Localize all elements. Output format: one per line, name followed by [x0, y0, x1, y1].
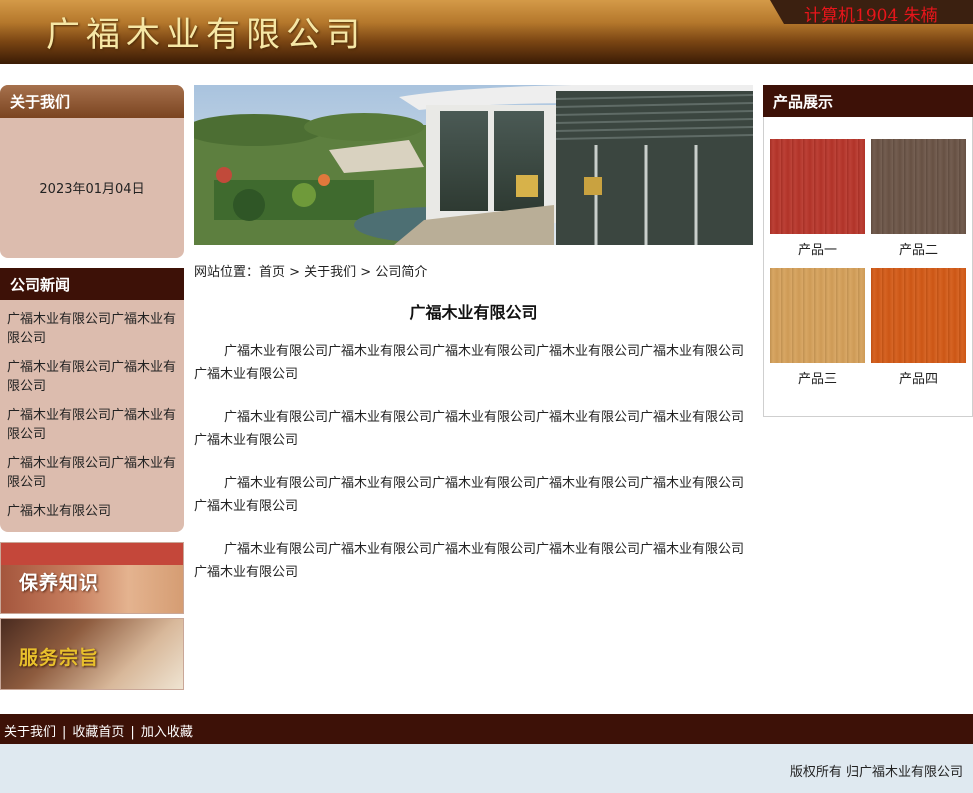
products-box: 产品展示 产品一 产品二 产品三 产品四 [763, 85, 973, 417]
product-name[interactable]: 产品三 [770, 368, 865, 387]
copyright-text: 版权所有 归广福木业有限公司 [789, 765, 963, 780]
service-banner[interactable]: 服务宗旨 [0, 618, 184, 690]
news-item[interactable]: 广福木业有限公司广福木业有限公司 [7, 406, 177, 444]
maintenance-banner-label: 保养知识 [19, 572, 100, 594]
product-name[interactable]: 产品二 [871, 239, 966, 258]
house-garden-illustration [194, 85, 753, 245]
product-image[interactable] [871, 139, 966, 234]
article-paragraph: 广福木业有限公司广福木业有限公司广福木业有限公司广福木业有限公司广福木业有限公司… [194, 476, 745, 514]
service-banner-label: 服务宗旨 [19, 647, 100, 669]
product-card[interactable]: 产品一 [770, 139, 865, 258]
news-item[interactable]: 广福木业有限公司广福木业有限公司 [7, 358, 177, 396]
news-list: 广福木业有限公司广福木业有限公司 广福木业有限公司广福木业有限公司 广福木业有限… [0, 300, 184, 521]
footer-link-about[interactable]: 关于我们 [4, 725, 56, 740]
product-card[interactable]: 产品三 [770, 268, 865, 387]
news-item[interactable]: 广福木业有限公司广福木业有限公司 [7, 310, 177, 348]
article-paragraph: 广福木业有限公司广福木业有限公司广福木业有限公司广福木业有限公司广福木业有限公司… [194, 410, 745, 448]
products-heading[interactable]: 产品展示 [763, 85, 973, 117]
footer-separator: | [62, 725, 67, 740]
maintenance-banner[interactable]: 保养知识 [0, 542, 184, 614]
product-image[interactable] [770, 268, 865, 363]
article-paragraph: 广福木业有限公司广福木业有限公司广福木业有限公司广福木业有限公司广福木业有限公司… [194, 542, 745, 580]
footer-nav: 关于我们 | 收藏首页 | 加入收藏 [0, 714, 973, 744]
site-header: 广福木业有限公司 计算机1904 朱楠 [0, 0, 973, 64]
footer-separator: | [130, 725, 135, 740]
about-date: 2023年01月04日 [39, 182, 145, 197]
news-item[interactable]: 广福木业有限公司广福木业有限公司 [7, 454, 177, 492]
news-heading[interactable]: 公司新闻 [0, 268, 184, 300]
author-tag-text: 计算机1904 朱楠 [804, 6, 938, 26]
footer-link-bookmark-home[interactable]: 收藏首页 [72, 725, 124, 740]
product-card[interactable]: 产品二 [871, 139, 966, 258]
author-tag: 计算机1904 朱楠 [770, 0, 973, 24]
about-heading[interactable]: 关于我们 [0, 85, 184, 118]
product-name[interactable]: 产品四 [871, 368, 966, 387]
article-paragraph: 广福木业有限公司广福木业有限公司广福木业有限公司广福木业有限公司广福木业有限公司… [194, 344, 745, 382]
footer-link-add-favorite[interactable]: 加入收藏 [141, 725, 193, 740]
site-title: 广福木业有限公司 [46, 15, 366, 55]
product-card[interactable]: 产品四 [871, 268, 966, 387]
about-box: 关于我们 2023年01月04日 [0, 85, 184, 258]
breadcrumb: 网站位置：首页 > 关于我们 > 公司简介 [194, 265, 428, 280]
news-box: 公司新闻 广福木业有限公司广福木业有限公司 广福木业有限公司广福木业有限公司 广… [0, 268, 184, 532]
product-name[interactable]: 产品一 [770, 239, 865, 258]
product-image[interactable] [871, 268, 966, 363]
article-title: 广福木业有限公司 [409, 303, 538, 322]
product-image[interactable] [770, 139, 865, 234]
banner-wall-stripe [1, 543, 183, 565]
house-garden-photo [194, 85, 753, 245]
footer-bottom: 版权所有 归广福木业有限公司 [0, 744, 973, 793]
news-item[interactable]: 广福木业有限公司 [7, 502, 177, 521]
